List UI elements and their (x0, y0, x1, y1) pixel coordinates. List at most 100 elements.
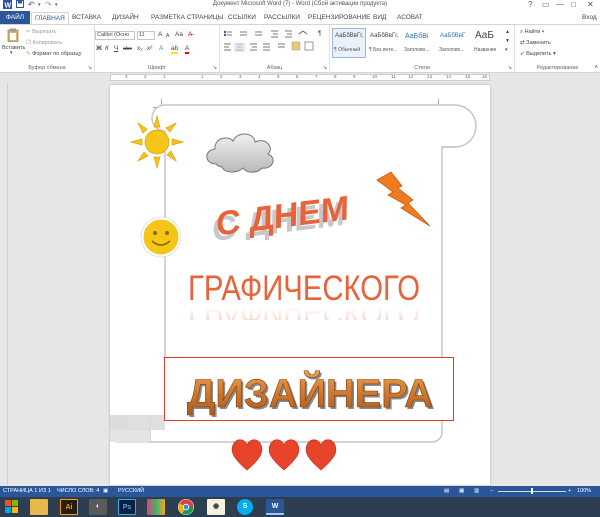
word-window: W ↶ ▾ ↷ ▾ Документ Microsoft Word (7) - … (0, 0, 600, 517)
read-mode-icon[interactable]: ▤ (444, 488, 449, 494)
lightning-shape[interactable] (373, 168, 435, 230)
chrome-icon[interactable] (178, 499, 194, 515)
style-heading1[interactable]: АаБбВі Заголово... (402, 28, 436, 58)
print-layout-icon[interactable]: ▦ (459, 488, 464, 494)
find-button[interactable]: ⌕ Найти ▾ (520, 29, 544, 36)
paragraph-launcher-icon[interactable]: ↘ (323, 65, 327, 71)
tab-review[interactable]: РЕЦЕНЗИРОВАНИЕ (308, 11, 371, 24)
tab-design[interactable]: ДИЗАЙН (112, 11, 139, 24)
cut-button[interactable]: ✂ Вырезать (26, 29, 57, 35)
status-bar: СТРАНИЦА 1 ИЗ 1 ЧИСЛО СЛОВ: 4 ▣ РУССКИЙ … (0, 486, 600, 497)
zoom-level[interactable]: 100% (577, 488, 591, 494)
tab-view[interactable]: ВИД (373, 11, 386, 24)
style-title[interactable]: АаБ Название (472, 28, 502, 58)
horizontal-ruler[interactable]: 3 2 1 1 2 3 4 5 6 7 8 9 10 11 12 13 14 1… (0, 73, 600, 83)
wordart-dizaynera[interactable]: ДИЗАЙНЕРА ДИЗАЙНЕРА (174, 361, 446, 419)
styles-scroll-down-icon[interactable]: ▼ (505, 38, 510, 44)
italic-button[interactable]: К (105, 45, 109, 53)
tab-insert[interactable]: ВСТАВКА (72, 11, 101, 24)
font-size-combo[interactable]: 11 (137, 31, 155, 40)
eye-app-icon[interactable]: ◉ (207, 499, 225, 515)
clear-format-icon[interactable]: A̶ (188, 31, 192, 39)
color-app-icon[interactable] (147, 499, 165, 515)
styles-more-icon[interactable]: ▾ (505, 47, 508, 53)
cloud-shape[interactable] (202, 128, 280, 174)
help-button[interactable]: ? (528, 0, 532, 10)
font-color-button[interactable]: A (185, 45, 190, 54)
styles-scroll-up-icon[interactable]: ▲ (505, 29, 510, 35)
proofing-icon[interactable]: ▣ (103, 488, 108, 494)
zoom-thumb[interactable] (531, 488, 533, 494)
zoom-out-button[interactable]: − (490, 488, 493, 494)
change-case-button[interactable]: Aa (175, 31, 183, 39)
maximize-button[interactable]: □ (571, 0, 576, 10)
clipboard-icon (7, 28, 19, 42)
editing-group-label: Редактирование (536, 65, 579, 71)
underline-button[interactable]: Ч (114, 45, 118, 53)
word-count[interactable]: ЧИСЛО СЛОВ: 4 (57, 488, 99, 494)
paste-dropdown-icon: ▾ (10, 50, 13, 56)
tab-mailings[interactable]: РАССЫЛКИ (264, 11, 300, 24)
smiley-shape[interactable] (140, 216, 182, 258)
zoom-in-button[interactable]: + (568, 488, 571, 494)
tab-addin[interactable]: АСОВАТ (397, 11, 423, 24)
replace-button[interactable]: ⇄ Заменить (520, 40, 551, 46)
minimize-button[interactable]: — (556, 0, 564, 10)
page-count[interactable]: СТРАНИЦА 1 ИЗ 1 (3, 488, 51, 494)
grow-font-button[interactable]: A (158, 31, 162, 39)
styles-launcher-icon[interactable]: ↘ (508, 65, 512, 71)
styles-group-label: Стили (414, 65, 430, 71)
font-group: Calibri (Осно 11 A A Aa A̶ Ж К Ч abc x₂ … (95, 25, 220, 72)
skype-icon[interactable]: S (237, 499, 253, 515)
start-icon[interactable] (3, 499, 21, 515)
select-button[interactable]: ➶ Выделить ▾ (520, 51, 556, 57)
strikethrough-button[interactable]: abc (123, 45, 132, 53)
illustrator-icon[interactable]: Ai (60, 499, 78, 515)
highlight-button[interactable]: ab (171, 45, 179, 54)
paste-button[interactable]: Вставить ▾ (2, 28, 26, 56)
clipboard-group: Вставить ▾ ✂ Вырезать ❐ Копировать ✎ Фор… (0, 25, 95, 72)
tab-references[interactable]: ССЫЛКИ (228, 11, 256, 24)
tab-layout[interactable]: РАЗМЕТКА СТРАНИЦЫ (151, 11, 223, 24)
tab-file[interactable]: ФАЙЛ (0, 11, 30, 24)
style-no-spacing[interactable]: АаБбВвГг, ¶ Без инте... (367, 28, 401, 58)
word-icon[interactable]: W (266, 499, 284, 515)
wordart-graficheskogo[interactable]: ГРАФИЧЕСКОГО ГРАФИЧЕСКОГО (184, 260, 424, 320)
style-normal[interactable]: АаБбВвГг, ¶ Обычный (332, 28, 366, 58)
font-group-label: Шрифт (147, 65, 167, 71)
text-effects-icon[interactable]: A (159, 45, 163, 53)
heart-icon (231, 439, 263, 471)
font-launcher-icon[interactable]: ↘ (213, 65, 217, 71)
format-painter-button[interactable]: ✎ Формат по образцу (26, 51, 81, 57)
vertical-ruler[interactable] (0, 83, 8, 485)
taskbar: Ai ◐ Ps ◉ S W (0, 497, 600, 517)
style-heading2[interactable]: АаБбВвГ Заголово... (437, 28, 471, 58)
sun-shape[interactable] (130, 115, 184, 169)
window-title: Документ Microsoft Word (7) - Word (Сбой… (212, 1, 388, 7)
document-page[interactable]: С ДНЕМ С ДНЕМ ГРАФИЧЕСКОГО ГРАФИЧЕСКОГО … (110, 85, 490, 485)
close-button[interactable]: ✕ (587, 0, 594, 10)
language-indicator[interactable]: РУССКИЙ (118, 488, 144, 494)
web-layout-icon[interactable]: ▥ (474, 488, 479, 494)
media-icon[interactable]: ◐ (89, 499, 107, 515)
paragraph-icons[interactable] (223, 30, 328, 54)
wordart-s-dnem[interactable]: С ДНЕМ С ДНЕМ (210, 180, 360, 240)
ribbon-display-icon[interactable]: ▭ (542, 0, 550, 10)
shrink-font-button[interactable]: A (166, 32, 169, 40)
signin-link[interactable]: Вход (582, 11, 597, 24)
paste-label: Вставить (2, 45, 26, 51)
file-explorer-icon[interactable] (30, 499, 48, 515)
ribbon: Вставить ▾ ✂ Вырезать ❐ Копировать ✎ Фор… (0, 24, 600, 73)
collapse-ribbon-icon[interactable]: ˄ (594, 65, 598, 71)
copy-button[interactable]: ❐ Копировать (26, 40, 62, 46)
font-name-combo[interactable]: Calibri (Осно (95, 31, 135, 40)
bold-button[interactable]: Ж (96, 45, 102, 53)
clipboard-launcher-icon[interactable]: ↘ (88, 65, 92, 71)
subscript-button[interactable]: x₂ (137, 45, 143, 53)
hearts-shape[interactable] (230, 437, 340, 473)
tab-home[interactable]: ГЛАВНАЯ (31, 12, 69, 24)
photoshop-icon[interactable]: Ps (118, 499, 136, 515)
wordart-line3: ДИЗАЙНЕРА (187, 370, 433, 416)
show-marks-button[interactable]: ¶ (318, 30, 322, 38)
superscript-button[interactable]: x² (147, 45, 152, 53)
